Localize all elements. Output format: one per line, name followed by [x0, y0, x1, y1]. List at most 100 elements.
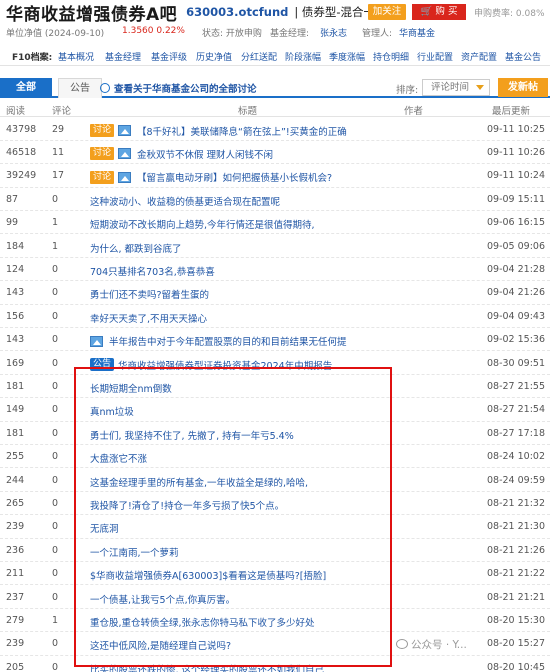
follow-button[interactable]: 加关注	[368, 4, 406, 20]
post-title-link[interactable]: 公告 华商收益增强债券型证券投资基金2024年中期报告	[90, 358, 332, 372]
sort-select-value: 评论时间	[431, 82, 470, 93]
table-row[interactable]: 237 0 一个债基,让我亏5个点,你真厉害。 08-21 21:21	[0, 586, 550, 609]
table-row[interactable]: 255 0 大盘涨它不涨 08-24 10:02	[0, 445, 550, 469]
sort-select[interactable]: 评论时间	[422, 79, 490, 96]
table-row[interactable]: 239 0 这还中低风险,是随经理自己说吗? 08-20 15:27	[0, 632, 550, 656]
post-title: $华商收益增强债券A[630003]$看看这是债基吗?[捂脸]	[90, 571, 327, 583]
post-title-link[interactable]: 为什么, 都跌到谷底了	[90, 241, 182, 255]
table-row[interactable]: 169 0 公告 华商收益增强债券型证券投资基金2024年中期报告 08-30 09:5…	[0, 352, 550, 375]
comment-count: 1	[52, 217, 59, 229]
post-title-link[interactable]: 重仓股,重仓转债全绿,张永志你特马私下收了多少好处	[90, 615, 315, 629]
post-title-link[interactable]: 幸好天天卖了,不用天天操心	[90, 311, 207, 325]
table-row[interactable]: 184 1 为什么, 都跌到谷底了 09-05 09:06	[0, 235, 550, 258]
read-count: 239	[6, 521, 25, 533]
f10-item-stage-return[interactable]: 阶段涨幅	[285, 50, 321, 63]
read-count: 181	[6, 427, 25, 439]
table-row[interactable]: 39249 17 讨论 【留言赢电动牙刷】如何把握债基小长假机会? 09-11 10:2…	[0, 164, 550, 188]
table-row[interactable]: 99 1 短期波动不改长期向上趋势,今年行情还是很值得期待, 09-06 16:15	[0, 211, 550, 235]
f10-item-notice[interactable]: 基金公告	[505, 50, 541, 63]
post-title-link[interactable]: 这基金经理手里的所有基金,一年收益全是绿的,哈哈,	[90, 475, 308, 489]
table-row[interactable]: 124 0 704只基排名703名,恭喜恭喜 09-04 21:28	[0, 258, 550, 282]
f10-item-dividend[interactable]: 分红送配	[241, 50, 277, 63]
post-title-link[interactable]: 我投降了!清仓了!持仓一年多亏损了快5个点。	[90, 498, 284, 512]
fee-info: 申购费率: 0.08%	[474, 6, 545, 19]
last-updated: 09-02 15:36	[487, 334, 546, 346]
post-title-link[interactable]: 一个江南雨,一个萝莉	[90, 545, 179, 559]
post-title-link[interactable]: 一个债基,让我亏5个点,你真厉害。	[90, 592, 235, 606]
read-count: 124	[6, 263, 25, 275]
post-title-link[interactable]: 这种波动小、收益稳的债基更适合现在配置呢	[90, 194, 280, 208]
company-discussion-link[interactable]: 查看关于华商基金公司的全部讨论	[100, 81, 257, 95]
f10-item-rating[interactable]: 基金评级	[151, 50, 187, 63]
post-title: 短期波动不改长期向上趋势,今年行情还是很值得期待,	[90, 220, 315, 232]
comment-count: 11	[52, 146, 65, 158]
table-row[interactable]: 236 0 一个江南雨,一个萝莉 08-21 21:26	[0, 539, 550, 563]
col-author: 作者	[404, 106, 424, 117]
post-title-link[interactable]: 这还中低风险,是随经理自己说吗?	[90, 638, 231, 652]
post-title-link[interactable]: 真nm垃圾	[90, 404, 134, 418]
post-title-link[interactable]: 讨论 【留言赢电动牙刷】如何把握债基小长假机会?	[90, 170, 332, 184]
table-row[interactable]: 143 0 勇士们还不卖吗?留着生蛋的 09-04 21:26	[0, 281, 550, 305]
post-title-link[interactable]: 半年报告中对于今年配置股票的目的和目前结果无任何提	[90, 334, 347, 348]
manager-link[interactable]: 张永志	[320, 26, 347, 39]
table-row[interactable]: 143 0 半年报告中对于今年配置股票的目的和目前结果无任何提 09-02 15:36	[0, 328, 550, 352]
new-post-button[interactable]: 发新帖	[498, 78, 548, 97]
comment-count: 29	[52, 123, 65, 135]
col-time: 最后更新	[492, 106, 531, 117]
post-title: 无底洞	[90, 524, 119, 536]
post-title-link[interactable]: 勇士们还不卖吗?留着生蛋的	[90, 287, 209, 301]
table-row[interactable]: 181 0 长期短期全nm倒数 08-27 21:55	[0, 375, 550, 399]
read-count: 39249	[6, 170, 37, 182]
comment-count: 0	[52, 287, 59, 299]
table-row[interactable]: 211 0 $华商收益增强债券A[630003]$看看这是债基吗?[捂脸] 08-21…	[0, 562, 550, 586]
post-title-link[interactable]: 勇士们, 我坚持不住了, 先撤了, 持有一年亏5.4%	[90, 428, 294, 442]
table-row[interactable]: 149 0 真nm垃圾 08-27 21:54	[0, 398, 550, 422]
comment-count: 0	[52, 334, 59, 346]
f10-item-industry[interactable]: 行业配置	[417, 50, 453, 63]
post-title: 勇士们还不卖吗?留着生蛋的	[90, 290, 210, 302]
table-row[interactable]: 205 0 比买的股票还跌的惨, 这个经理买的股票还不如我们自己 08-20 10:4…	[0, 656, 550, 672]
f10-item-asset[interactable]: 资产配置	[461, 50, 497, 63]
tab-all[interactable]: 全部	[0, 78, 52, 98]
table-row[interactable]: 239 0 无底洞 08-21 21:30	[0, 515, 550, 539]
last-updated: 09-11 10:25	[487, 123, 546, 135]
table-row[interactable]: 156 0 幸好天天卖了,不用天天操心 09-04 09:43	[0, 305, 550, 329]
f10-item-holdings[interactable]: 持仓明细	[373, 50, 409, 63]
f10-item-quarter-return[interactable]: 季度涨幅	[329, 50, 365, 63]
post-title-link[interactable]: 无底洞	[90, 521, 119, 535]
company-link[interactable]: 华商基金	[399, 26, 435, 39]
f10-item-history-nav[interactable]: 历史净值	[196, 50, 232, 63]
table-row[interactable]: 46518 11 讨论 金秋双节不休假 理财人闲钱不闲 09-11 10:26	[0, 141, 550, 165]
table-row[interactable]: 87 0 这种波动小、收益稳的债基更适合现在配置呢 09-09 15:11	[0, 188, 550, 212]
post-title: 704只基排名703名,恭喜恭喜	[90, 266, 215, 278]
post-title-link[interactable]: 长期短期全nm倒数	[90, 381, 172, 395]
last-updated: 09-11 10:26	[487, 146, 546, 158]
f10-item-manager[interactable]: 基金经理	[105, 50, 141, 63]
read-count: 149	[6, 404, 25, 416]
search-icon	[100, 83, 110, 93]
notice-tag: 公告	[90, 358, 115, 371]
post-title-link[interactable]: 短期波动不改长期向上趋势,今年行情还是很值得期待,	[90, 217, 315, 231]
buy-button[interactable]: 🛒 购 买	[412, 4, 466, 20]
post-title: 一个债基,让我亏5个点,你真厉害。	[90, 594, 236, 606]
last-updated: 08-21 21:32	[487, 497, 546, 509]
read-count: 255	[6, 451, 25, 463]
nav-value: 1.3560 0.22%	[122, 26, 185, 36]
post-title-link[interactable]: 讨论 【8千好礼】美联储降息“箭在弦上”!买黄金的正确	[90, 124, 347, 138]
company-label: 管理人:	[362, 29, 393, 39]
post-title-link[interactable]: 比买的股票还跌的惨, 这个经理买的股票还不如我们自己	[90, 662, 324, 672]
post-title: 长期短期全nm倒数	[90, 383, 172, 395]
post-title-link[interactable]: 704只基排名703名,恭喜恭喜	[90, 264, 215, 278]
read-count: 143	[6, 287, 25, 299]
table-row[interactable]: 279 1 重仓股,重仓转债全绿,张永志你特马私下收了多少好处 08-20 15:30	[0, 609, 550, 633]
table-row[interactable]: 244 0 这基金经理手里的所有基金,一年收益全是绿的,哈哈, 08-24 09:59	[0, 469, 550, 492]
table-row[interactable]: 181 0 勇士们, 我坚持不住了, 先撤了, 持有一年亏5.4% 08-27 17:…	[0, 422, 550, 446]
table-row[interactable]: 265 0 我投降了!清仓了!持仓一年多亏损了快5个点。 08-21 21:32	[0, 492, 550, 516]
fund-code-link[interactable]: 630003.otcfund	[186, 5, 288, 19]
post-title-link[interactable]: 讨论 金秋双节不休假 理财人闲钱不闲	[90, 147, 273, 161]
tab-notice[interactable]: 公告	[58, 78, 102, 98]
table-row[interactable]: 43798 29 讨论 【8千好礼】美联储降息“箭在弦上”!买黄金的正确 09-11 1…	[0, 118, 550, 141]
post-title-link[interactable]: $华商收益增强债券A[630003]$看看这是债基吗?[捂脸]	[90, 568, 326, 582]
f10-item-overview[interactable]: 基本概况	[58, 50, 94, 63]
post-title-link[interactable]: 大盘涨它不涨	[90, 451, 147, 465]
